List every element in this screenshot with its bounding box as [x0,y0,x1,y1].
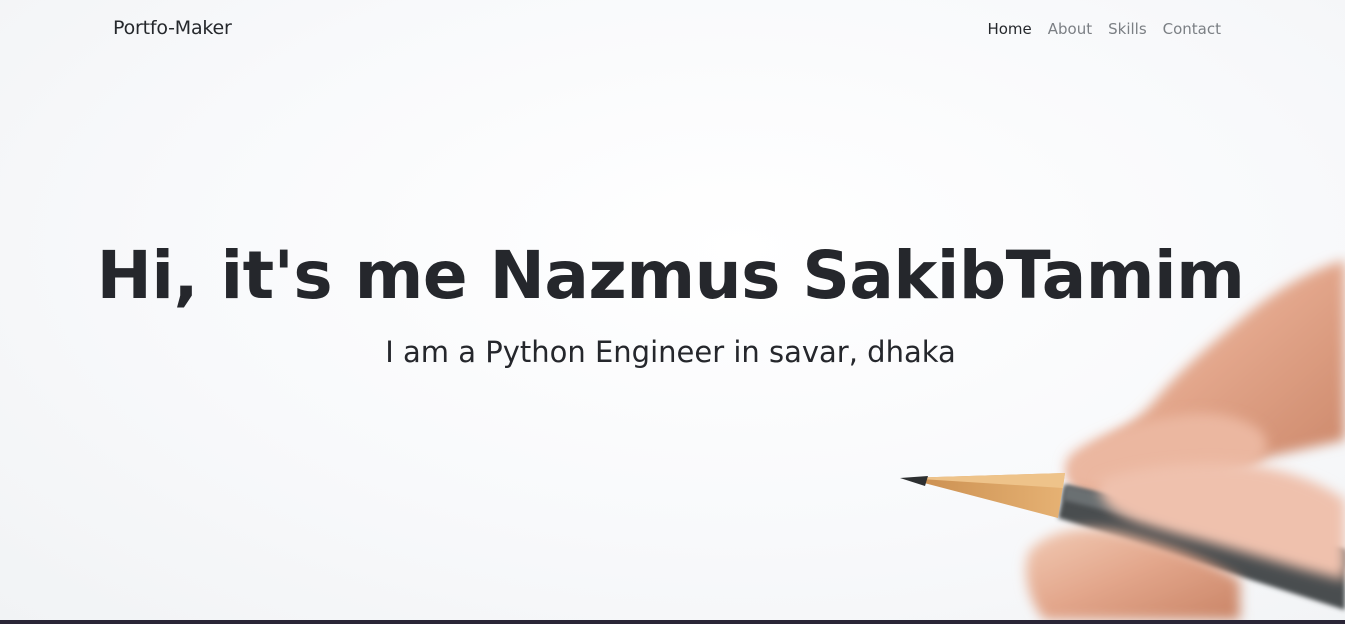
nav-link-about[interactable]: About [1048,20,1092,38]
nav-links: Home About Skills Contact [987,19,1221,38]
hero-title: Hi, it's me Nazmus SakibTamim [96,237,1245,314]
hero-section: Portfo-Maker Home About Skills Contact H… [0,0,1345,620]
navbar: Portfo-Maker Home About Skills Contact [0,0,1345,58]
nav-link-home[interactable]: Home [987,20,1031,38]
nav-item-about: About [1048,19,1092,38]
next-section-edge [0,620,1345,624]
nav-item-skills: Skills [1108,19,1147,38]
nav-link-skills[interactable]: Skills [1108,20,1147,38]
nav-item-home: Home [987,19,1031,38]
nav-link-contact[interactable]: Contact [1163,20,1221,38]
brand-logo-link[interactable]: Portfo-Maker [113,17,232,39]
hero-subtitle: I am a Python Engineer in savar, dhaka [385,335,956,369]
nav-item-contact: Contact [1163,19,1221,38]
